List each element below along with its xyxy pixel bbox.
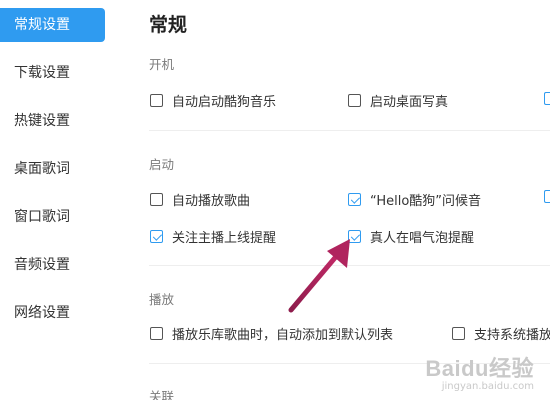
- option-system-playback[interactable]: 支持系统播放: [452, 324, 550, 343]
- option-hello-greeting[interactable]: “Hello酷狗”问候音: [348, 190, 481, 209]
- sidebar-item-window-lyrics[interactable]: 窗口歌词: [0, 200, 105, 234]
- section-divider: [149, 130, 550, 131]
- watermark-url: jingyan.baidu.com: [441, 381, 534, 392]
- sidebar-item-general[interactable]: 常规设置: [0, 8, 105, 42]
- settings-panel: 常规 开机 自动启动酷狗音乐 启动桌面写真 启动 自动播放歌曲 “Hello酷狗…: [118, 0, 550, 400]
- sidebar-item-network[interactable]: 网络设置: [0, 296, 105, 330]
- option-live-singing-bubble[interactable]: 真人在唱气泡提醒: [348, 227, 474, 246]
- checkbox-unchecked[interactable]: [150, 94, 163, 107]
- sidebar-item-desktop-lyrics[interactable]: 桌面歌词: [0, 152, 105, 186]
- option-label: 关注主播上线提醒: [172, 231, 277, 246]
- sidebar-item-hotkeys[interactable]: 热键设置: [0, 104, 105, 138]
- section-title-startup: 开机: [149, 57, 175, 72]
- checkbox-cut-off[interactable]: [544, 190, 550, 203]
- section-title-launch: 启动: [149, 157, 175, 172]
- sidebar-item-audio[interactable]: 音频设置: [0, 248, 105, 282]
- checkbox-unchecked[interactable]: [348, 94, 361, 107]
- option-follow-anchor-alert[interactable]: 关注主播上线提醒: [150, 227, 276, 246]
- checkbox-checked[interactable]: [348, 230, 361, 243]
- option-label: “Hello酷狗”问候音: [370, 194, 482, 209]
- sidebar-item-download[interactable]: 下载设置: [0, 56, 105, 90]
- checkbox-checked[interactable]: [348, 193, 361, 206]
- section-title-playback: 播放: [149, 292, 175, 307]
- checkbox-cut-off[interactable]: [544, 92, 550, 105]
- checkbox-unchecked[interactable]: [150, 193, 163, 206]
- watermark-logo: Baidu经验: [425, 356, 534, 381]
- option-label: 播放乐库歌曲时，自动添加到默认列表: [172, 328, 394, 343]
- option-autoplay[interactable]: 自动播放歌曲: [150, 190, 250, 209]
- option-auto-add-default-list[interactable]: 播放乐库歌曲时，自动添加到默认列表: [150, 324, 393, 343]
- checkbox-unchecked[interactable]: [150, 327, 163, 340]
- checkbox-checked[interactable]: [150, 230, 163, 243]
- option-label: 启动桌面写真: [370, 95, 449, 110]
- watermark: Baidu经验 jingyan.baidu.com: [425, 351, 534, 392]
- option-label: 支持系统播放: [474, 328, 550, 343]
- settings-sidebar: 常规设置 下载设置 热键设置 桌面歌词 窗口歌词 音频设置 网络设置: [0, 0, 118, 400]
- option-desktop-photo[interactable]: 启动桌面写真: [348, 91, 448, 110]
- section-title-association: 关联: [149, 389, 175, 400]
- option-label: 自动启动酷狗音乐: [172, 95, 277, 110]
- option-label: 真人在唱气泡提醒: [370, 231, 475, 246]
- page-title: 常规: [149, 14, 188, 36]
- section-divider: [149, 265, 550, 266]
- checkbox-unchecked[interactable]: [452, 327, 465, 340]
- option-label: 自动播放歌曲: [172, 194, 251, 209]
- option-auto-start[interactable]: 自动启动酷狗音乐: [150, 91, 276, 110]
